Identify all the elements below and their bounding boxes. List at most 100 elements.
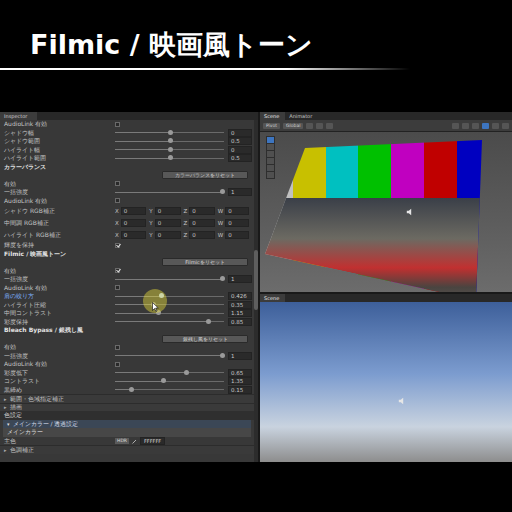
slider-track[interactable] (115, 279, 224, 280)
checkbox[interactable] (115, 345, 120, 350)
slider-value[interactable]: 1 (228, 275, 252, 283)
slider-value[interactable]: 0 (228, 146, 252, 154)
slider-value[interactable]: 1.35 (228, 377, 252, 385)
axis-input[interactable]: 0 (121, 207, 146, 215)
axis-input[interactable]: 0 (155, 231, 181, 239)
slider-value[interactable]: 0 (228, 129, 252, 137)
foldout-arrow[interactable]: ▸ (4, 446, 7, 454)
slider-fill[interactable] (115, 279, 222, 280)
axis-input[interactable]: 0 (121, 219, 146, 227)
slider-value[interactable]: 0.65 (228, 369, 252, 377)
slider-track[interactable] (115, 381, 224, 382)
foldout-arrow[interactable]: ▾ (7, 420, 10, 428)
toolbar-button-icon[interactable] (472, 123, 479, 129)
toolbar-button-icon[interactable] (306, 123, 313, 129)
toolbar-dropdown[interactable]: Pivot (263, 123, 280, 129)
tool-icon[interactable] (267, 172, 274, 178)
tool-icon[interactable] (267, 151, 274, 157)
foldout-label[interactable]: メインカラー / 透過設定 (13, 420, 124, 428)
scene-tab[interactable]: Animator (285, 112, 318, 120)
game-viewport[interactable] (260, 302, 512, 462)
axis-input[interactable]: 0 (225, 207, 249, 215)
slider-track[interactable] (115, 355, 224, 356)
slider-fill[interactable] (115, 355, 222, 356)
slider-fill[interactable] (115, 389, 131, 390)
axis-input[interactable]: 0 (189, 207, 214, 215)
field-control: 1.15 (115, 309, 254, 317)
slider-fill[interactable] (115, 321, 208, 322)
checkbox[interactable] (115, 268, 120, 273)
slider-fill[interactable] (115, 192, 222, 193)
tool-icon[interactable] (267, 144, 274, 150)
slider-track[interactable] (115, 141, 224, 142)
checkbox[interactable] (115, 122, 120, 127)
slider-track[interactable] (115, 149, 224, 150)
color-hex[interactable]: FFFFFF (140, 437, 165, 445)
slider-track[interactable] (115, 372, 224, 373)
slider-fill[interactable] (115, 381, 163, 382)
slider-track[interactable] (115, 296, 224, 297)
slider-track[interactable] (115, 321, 224, 322)
toolbar-button-icon[interactable] (462, 123, 469, 129)
slider-value[interactable]: 1 (228, 352, 252, 360)
checkbox[interactable] (115, 181, 120, 186)
tool-icon[interactable] (267, 137, 274, 143)
toolbar-button-icon[interactable] (326, 123, 333, 129)
slider-fill[interactable] (115, 313, 158, 314)
scene-tab[interactable]: Scene (260, 112, 285, 120)
slider-value[interactable]: 0.85 (228, 318, 252, 326)
toolbar-button-icon[interactable] (492, 123, 499, 129)
slider-fill[interactable] (115, 132, 170, 133)
slider-fill[interactable] (115, 304, 153, 305)
axis-input[interactable]: 0 (189, 219, 214, 227)
axis-input[interactable]: 0 (189, 231, 214, 239)
slider-track[interactable] (115, 158, 224, 159)
axis-input[interactable]: 0 (225, 219, 249, 227)
toolbar-dropdown[interactable]: Global (283, 123, 303, 129)
slider-fill[interactable] (115, 141, 170, 142)
tool-icon[interactable] (267, 165, 274, 171)
axis-input[interactable]: 0 (121, 231, 146, 239)
checkbox[interactable] (115, 285, 120, 290)
axis-input[interactable]: 0 (225, 231, 249, 239)
foldout-label[interactable]: 色調補正 (10, 446, 121, 454)
slider-track[interactable] (115, 192, 224, 193)
slider-value[interactable]: 0.5 (228, 154, 252, 162)
axis-input[interactable]: 0 (155, 207, 181, 215)
field-control: 0.65 (115, 369, 254, 377)
slider-value[interactable]: 0.15 (228, 386, 252, 394)
axis-label: Z (184, 207, 188, 215)
slider-track[interactable] (115, 304, 224, 305)
field-control: 0.85 (115, 318, 254, 326)
slider-fill[interactable] (115, 149, 170, 150)
slider-track[interactable] (115, 132, 224, 133)
toolbar-button-icon[interactable] (502, 123, 509, 129)
toolbar-button-icon[interactable] (316, 123, 323, 129)
slider-value[interactable]: 1 (228, 188, 252, 196)
reset-button[interactable]: Filmicをリセット (162, 258, 248, 266)
slider-row: 肩の絞り方0.426 (0, 292, 254, 301)
toolbar-button-icon[interactable] (452, 123, 459, 129)
slider-fill[interactable] (115, 372, 186, 373)
checkbox[interactable] (115, 362, 120, 367)
slider-value[interactable]: 0.5 (228, 137, 252, 145)
slider-track[interactable] (115, 313, 224, 314)
reset-button[interactable]: 銀残し風をリセット (162, 335, 248, 343)
checkbox[interactable] (115, 243, 120, 248)
reset-button[interactable]: カラーバランスをリセット (162, 171, 248, 179)
checkbox[interactable] (115, 198, 120, 203)
eyedropper-icon[interactable] (132, 438, 137, 443)
inspector-tab[interactable]: Inspector (0, 112, 37, 120)
slider-fill[interactable] (115, 296, 161, 297)
scene-tab[interactable]: Scene (260, 294, 285, 302)
slider-track[interactable] (115, 389, 224, 390)
tool-icon[interactable] (267, 158, 274, 164)
toolbar-button-icon[interactable] (482, 123, 489, 129)
slider-value[interactable]: 1.15 (228, 309, 252, 317)
slider-fill[interactable] (115, 158, 170, 159)
field-label: 中間調 RGB補正 (4, 219, 115, 227)
scene-viewport[interactable] (260, 132, 512, 292)
slider-value[interactable]: 0.426 (228, 292, 252, 300)
axis-input[interactable]: 0 (155, 219, 181, 227)
slider-value[interactable]: 0.35 (228, 301, 252, 309)
